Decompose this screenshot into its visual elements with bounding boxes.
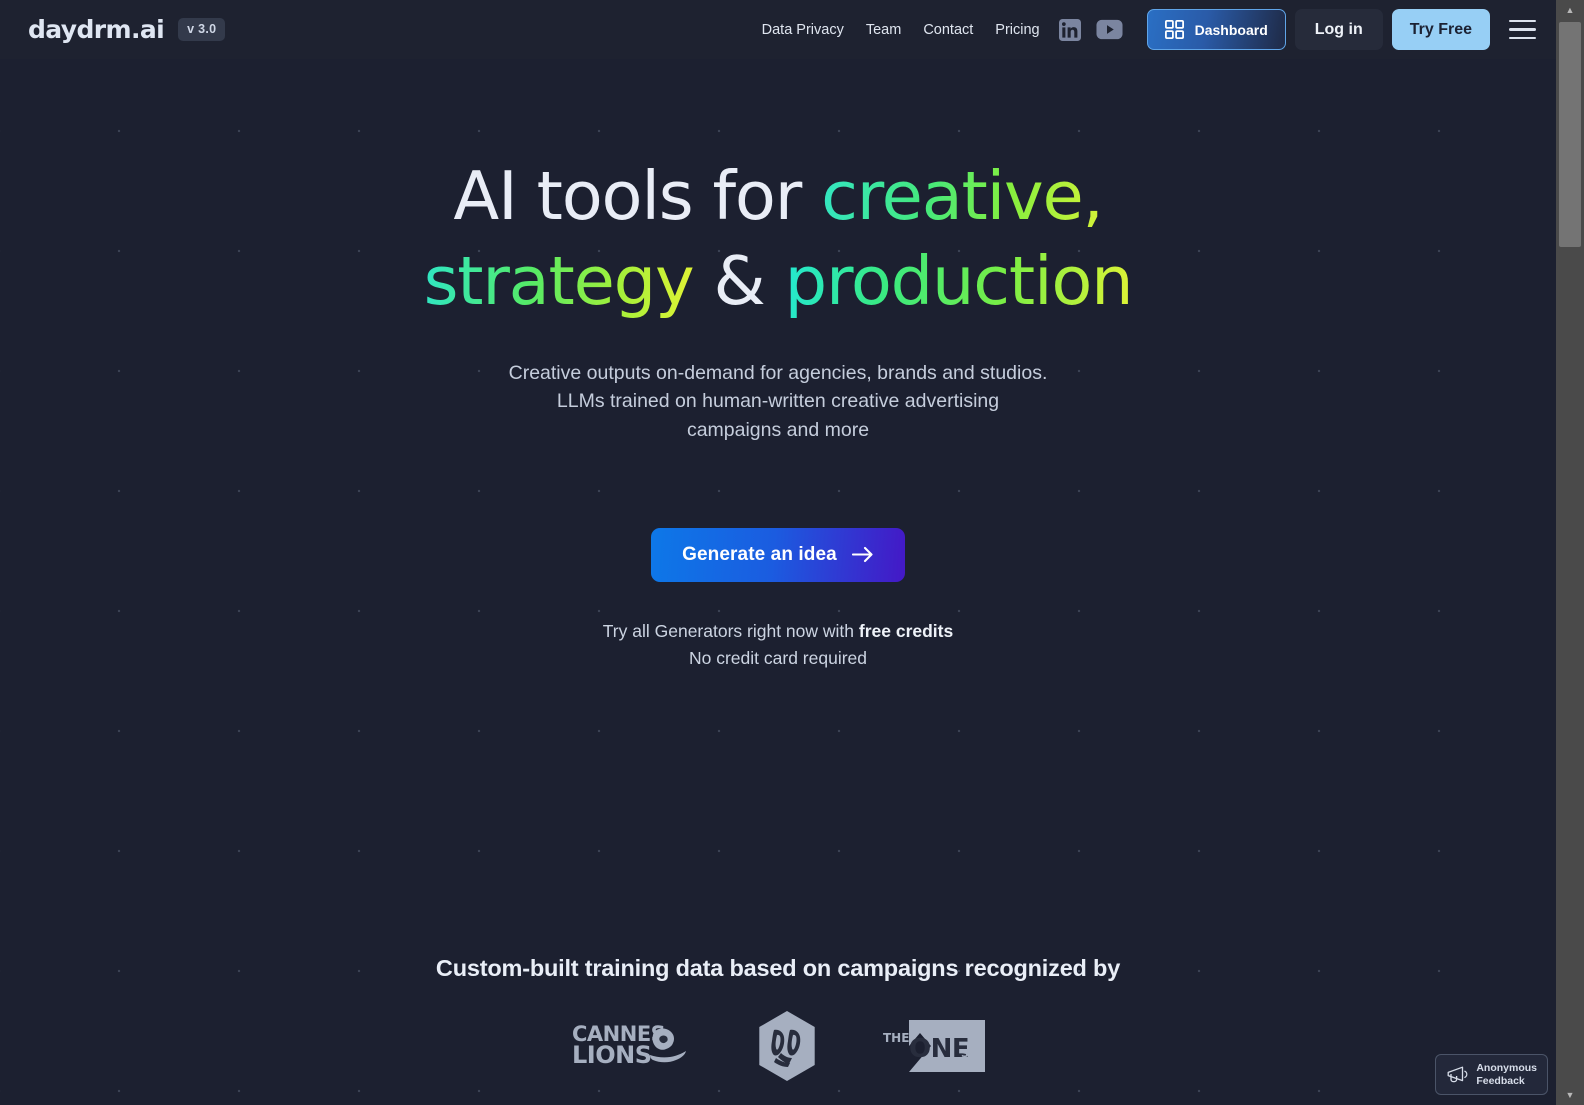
scrollbar-thumb[interactable]: [1559, 22, 1581, 247]
dashboard-button[interactable]: Dashboard: [1146, 9, 1286, 50]
nav-item-pricing[interactable]: Pricing: [984, 16, 1050, 44]
headline-accent-creative: creative,: [821, 157, 1104, 235]
hero-section: AI tools for creative, strategy & produc…: [0, 59, 1556, 672]
hamburger-line: [1508, 36, 1536, 40]
generate-an-idea-button[interactable]: Generate an idea: [651, 527, 905, 582]
generate-button-label: Generate an idea: [682, 543, 837, 565]
arrow-right-icon: [851, 546, 874, 563]
awards-title: Custom-built training data based on camp…: [435, 955, 1121, 981]
awards-logo-row: CANNES LIONS THE ONE SHO: [0, 1010, 1556, 1082]
login-button[interactable]: Log in: [1294, 9, 1383, 50]
dandad-logo: [754, 1010, 820, 1082]
dashboard-button-label: Dashboard: [1194, 21, 1268, 38]
nav-item-team[interactable]: Team: [855, 16, 912, 44]
headline-plain-1: AI tools for: [453, 157, 822, 235]
primary-nav: Data Privacy Team Contact Pricing Dashbo…: [751, 9, 1542, 50]
svg-text:LIONS: LIONS: [572, 1041, 652, 1069]
version-badge: v 3.0: [178, 18, 226, 41]
credits-prefix: Try all Generators right now with: [602, 620, 859, 641]
headline-line-2: strategy & production: [0, 248, 1556, 315]
svg-text:SHOW: SHOW: [961, 1047, 985, 1060]
grid-icon: [1164, 20, 1184, 39]
feedback-label-line1: Anonymous: [1476, 1062, 1537, 1075]
cannes-lions-logo: CANNES LIONS: [572, 1015, 692, 1077]
hero-subtitle: Creative outputs on-demand for agencies,…: [508, 362, 1048, 441]
awards-section: Custom-built training data based on camp…: [0, 955, 1556, 1082]
megaphone-icon: [1446, 1065, 1469, 1084]
hamburger-menu-icon[interactable]: [1502, 10, 1542, 50]
scroll-down-arrow-icon[interactable]: ▼: [1556, 1085, 1584, 1105]
headline-line-1: AI tools for creative,: [0, 163, 1556, 230]
one-show-logo: THE ONE SHOW: [882, 1010, 985, 1082]
headline-plain-2: &: [693, 242, 785, 320]
vertical-scrollbar[interactable]: ▲ ▼: [1556, 0, 1584, 1105]
credits-line-2: No credit card required: [689, 647, 867, 668]
page-root: daydrm.ai v 3.0 Data Privacy Team Contac…: [0, 0, 1584, 1105]
headline-accent-production: production: [784, 242, 1134, 320]
hamburger-line: [1508, 28, 1536, 31]
free-credits-note: Try all Generators right now with free c…: [0, 618, 1556, 672]
scroll-up-arrow-icon[interactable]: ▲: [1556, 0, 1584, 20]
page-title: AI tools for creative, strategy & produc…: [0, 163, 1556, 315]
try-free-button[interactable]: Try Free: [1391, 9, 1490, 50]
cta-wrapper: Generate an idea: [0, 527, 1556, 582]
nav-item-data-privacy[interactable]: Data Privacy: [751, 16, 855, 44]
site-header: daydrm.ai v 3.0 Data Privacy Team Contac…: [0, 0, 1556, 59]
feedback-label: Anonymous Feedback: [1476, 1062, 1537, 1087]
credits-line-1: Try all Generators right now with free c…: [0, 618, 1556, 645]
anonymous-feedback-button[interactable]: Anonymous Feedback: [1435, 1054, 1548, 1095]
svg-text:THE: THE: [883, 1031, 909, 1045]
headline-accent-strategy: strategy: [423, 242, 695, 320]
brand-logo-text: daydrm.ai: [28, 15, 165, 44]
youtube-icon[interactable]: [1096, 16, 1123, 43]
linkedin-icon[interactable]: [1057, 16, 1084, 43]
feedback-label-line2: Feedback: [1476, 1074, 1525, 1087]
credits-strong: free credits: [858, 620, 954, 641]
hamburger-line: [1508, 19, 1536, 23]
brand[interactable]: daydrm.ai v 3.0: [28, 15, 226, 44]
nav-item-contact[interactable]: Contact: [912, 16, 984, 44]
